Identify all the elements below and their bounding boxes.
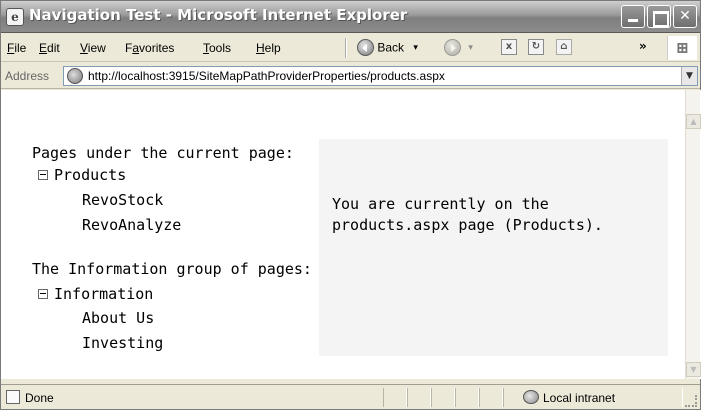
collapse-icon[interactable]	[38, 170, 48, 180]
toolbar-overflow-icon[interactable]: »	[639, 39, 647, 53]
refresh-icon[interactable]: ↻	[528, 39, 544, 55]
resize-grip[interactable]	[685, 395, 697, 407]
section-heading-information: The Information group of pages:	[32, 260, 312, 278]
status-panel	[407, 388, 431, 407]
menu-bar: File Edit View Favorites Tools Help Back…	[1, 34, 700, 62]
forward-arrow-icon	[444, 39, 461, 56]
scroll-up-icon[interactable]: ▲	[686, 114, 701, 129]
status-panel	[455, 388, 479, 407]
back-button[interactable]: Back ▾	[357, 39, 418, 57]
forward-button[interactable]: ▾	[444, 39, 473, 57]
status-panel	[383, 388, 407, 407]
close-button[interactable]: ✕	[673, 5, 697, 28]
ie-page-icon	[67, 68, 83, 84]
tree-node-products[interactable]: Products	[38, 166, 126, 184]
address-field[interactable]: http://localhost:3915/SiteMapPathProvide…	[63, 66, 698, 86]
address-url[interactable]: http://localhost:3915/SiteMapPathProvide…	[88, 69, 445, 83]
tree-leaf-investing[interactable]: Investing	[82, 334, 163, 352]
title-bar: e Navigation Test - Microsoft Internet E…	[1, 1, 700, 33]
menu-favorites[interactable]: Favorites	[125, 41, 174, 55]
tree-leaf-about-us[interactable]: About Us	[82, 309, 154, 327]
tree-node-label[interactable]: Products	[54, 166, 126, 184]
window-title: Navigation Test - Microsoft Internet Exp…	[29, 6, 408, 24]
back-dropdown-icon[interactable]: ▾	[413, 42, 418, 52]
maximize-button[interactable]	[647, 5, 671, 28]
home-icon[interactable]: ⌂	[556, 39, 572, 55]
address-dropdown-icon[interactable]: ▼	[681, 67, 697, 85]
status-bar: Done Local intranet	[1, 384, 700, 409]
current-page-panel: You are currently on the products.aspx p…	[319, 139, 668, 356]
menu-edit[interactable]: Edit	[39, 41, 60, 55]
status-text: Done	[25, 391, 54, 405]
forward-dropdown-icon[interactable]: ▾	[468, 42, 473, 52]
security-zone-label: Local intranet	[543, 391, 616, 405]
ie-page-icon: e	[6, 8, 24, 26]
tree-leaf-revostock[interactable]: RevoStock	[82, 191, 163, 209]
tree-node-label[interactable]: Information	[54, 285, 153, 303]
windows-logo-icon: ⊞	[667, 36, 697, 60]
minimize-button[interactable]	[621, 5, 645, 28]
address-label: Address	[5, 69, 50, 83]
local-intranet-icon	[523, 390, 539, 404]
menu-separator	[345, 38, 347, 58]
stop-icon[interactable]: x	[501, 39, 517, 55]
current-page-message: You are currently on the products.aspx p…	[332, 195, 603, 234]
collapse-icon[interactable]	[38, 289, 48, 299]
tree-leaf-revoanalyze[interactable]: RevoAnalyze	[82, 216, 181, 234]
vertical-scrollbar[interactable]: ▲ ▼	[685, 90, 701, 379]
menu-help[interactable]: Help	[256, 41, 281, 55]
status-panel	[479, 388, 503, 407]
browser-window: e Navigation Test - Microsoft Internet E…	[0, 0, 701, 410]
status-panel	[431, 388, 455, 407]
menu-file[interactable]: File	[7, 41, 26, 55]
scroll-down-icon[interactable]: ▼	[686, 362, 701, 377]
menu-view[interactable]: View	[80, 41, 106, 55]
address-bar: Address http://localhost:3915/SiteMapPat…	[1, 63, 700, 89]
section-heading-current-page: Pages under the current page:	[32, 144, 294, 162]
tree-node-information[interactable]: Information	[38, 285, 153, 303]
page-done-icon	[6, 390, 20, 404]
menu-tools[interactable]: Tools	[203, 41, 231, 55]
back-label: Back	[377, 40, 405, 55]
back-arrow-icon	[357, 39, 374, 56]
